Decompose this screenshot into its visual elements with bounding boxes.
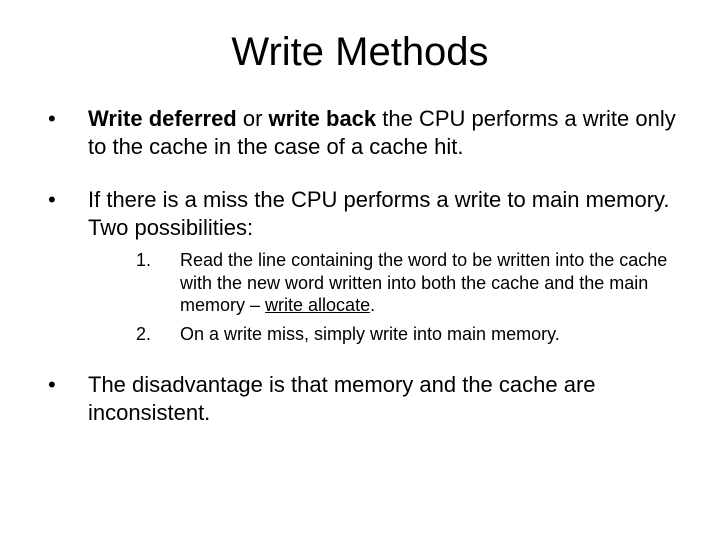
bold-term-1: Write deferred — [88, 106, 237, 131]
bullet-2-text: If there is a miss the CPU performs a wr… — [88, 187, 670, 240]
num-label-2: 2. — [136, 323, 151, 346]
bullet-item-3: The disadvantage is that memory and the … — [40, 371, 680, 426]
sub2-text: On a write miss, simply write into main … — [180, 324, 560, 344]
bullet-list: Write deferred or write back the CPU per… — [40, 105, 680, 426]
bullet-item-2: If there is a miss the CPU performs a wr… — [40, 186, 680, 345]
slide-title: Write Methods — [40, 30, 680, 75]
num-label-1: 1. — [136, 249, 151, 272]
sub1-pre: Read the line containing the word to be … — [180, 250, 667, 315]
numbered-list: 1. Read the line containing the word to … — [136, 249, 680, 345]
sub1-post: . — [370, 295, 375, 315]
numbered-item-2: 2. On a write miss, simply write into ma… — [136, 323, 680, 346]
underline-term: write allocate — [265, 295, 370, 315]
bullet-3-text: The disadvantage is that memory and the … — [88, 372, 596, 425]
bullet-item-1: Write deferred or write back the CPU per… — [40, 105, 680, 160]
numbered-item-1: 1. Read the line containing the word to … — [136, 249, 680, 317]
slide: Write Methods Write deferred or write ba… — [0, 0, 720, 540]
bold-term-2: write back — [269, 106, 377, 131]
text-mid: or — [237, 106, 269, 131]
